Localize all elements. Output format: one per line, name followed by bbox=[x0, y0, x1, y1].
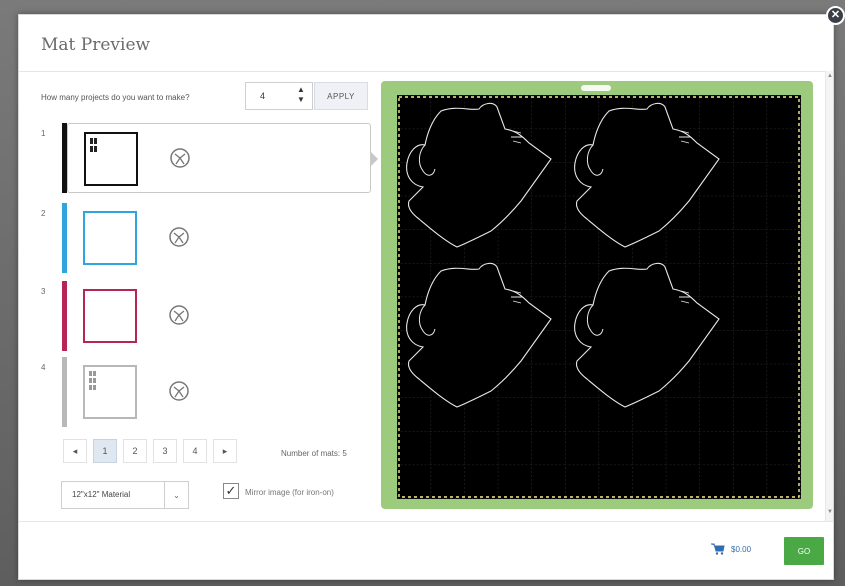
mat-number: 3 bbox=[41, 287, 46, 296]
apply-button[interactable]: APPLY bbox=[314, 82, 368, 110]
number-of-mats: Number of mats: 5 bbox=[281, 449, 347, 458]
mat-thumbnail[interactable] bbox=[84, 132, 138, 186]
mat-grid-svg bbox=[397, 95, 801, 499]
mat-row-4[interactable]: 4 bbox=[29, 357, 371, 427]
selection-pointer-icon bbox=[371, 152, 378, 166]
footer-divider bbox=[19, 521, 833, 522]
mini-design-icon bbox=[90, 138, 97, 152]
mirror-image-checkbox[interactable]: ✓ bbox=[223, 483, 239, 499]
mat-grip-handle bbox=[581, 85, 611, 91]
stepper-arrows-icon[interactable]: ▲ ▼ bbox=[292, 85, 310, 107]
project-count-value[interactable]: 4 bbox=[260, 91, 265, 101]
dialog-title: Mat Preview bbox=[41, 35, 151, 55]
cart-price[interactable]: $0.00 bbox=[731, 545, 751, 554]
mat-row-3[interactable]: 3 bbox=[29, 281, 371, 351]
mat-settings-icon[interactable] bbox=[167, 379, 191, 403]
close-icon[interactable]: ✕ bbox=[826, 6, 845, 25]
cutting-mat-preview bbox=[397, 95, 801, 499]
mat-number: 1 bbox=[41, 129, 46, 138]
mat-thumbnail[interactable] bbox=[83, 365, 137, 419]
mat-canvas bbox=[381, 81, 813, 509]
mat-settings-icon[interactable] bbox=[168, 146, 192, 170]
mirror-image-label: Mirror image (for iron-on) bbox=[245, 488, 334, 497]
prev-page-button[interactable]: ◂ bbox=[63, 439, 87, 463]
mat-thumbnail[interactable] bbox=[83, 211, 137, 265]
mat-number: 4 bbox=[41, 363, 46, 372]
mat-number: 2 bbox=[41, 209, 46, 218]
material-select-label: 12"x12" Material bbox=[72, 490, 131, 499]
mat-settings-icon[interactable] bbox=[167, 225, 191, 249]
chevron-down-icon[interactable]: ⌄ bbox=[164, 482, 188, 508]
material-select[interactable]: 12"x12" Material ⌄ bbox=[61, 481, 189, 509]
vertical-scrollbar[interactable]: ▲ ▼ bbox=[825, 71, 833, 521]
page-2-button[interactable]: 2 bbox=[123, 439, 147, 463]
mat-preview-dialog: Mat Preview How many projects do you wan… bbox=[18, 14, 834, 580]
mat-card[interactable] bbox=[67, 357, 371, 427]
cart-summary[interactable]: $0.00 bbox=[711, 543, 751, 555]
next-page-button[interactable]: ▸ bbox=[213, 439, 237, 463]
mat-row-2[interactable]: 2 bbox=[29, 203, 371, 273]
mat-list: 1 2 3 4 bbox=[29, 123, 378, 435]
mat-card[interactable] bbox=[67, 123, 371, 193]
mat-settings-icon[interactable] bbox=[167, 303, 191, 327]
cart-icon[interactable] bbox=[711, 543, 725, 555]
go-button[interactable]: GO bbox=[784, 537, 824, 565]
mini-design-icon bbox=[89, 371, 96, 390]
mat-thumbnail[interactable] bbox=[83, 289, 137, 343]
projects-question: How many projects do you want to make? bbox=[41, 93, 190, 102]
scroll-down-icon[interactable]: ▼ bbox=[826, 509, 834, 519]
mat-card[interactable] bbox=[67, 281, 371, 351]
page-4-button[interactable]: 4 bbox=[183, 439, 207, 463]
page-3-button[interactable]: 3 bbox=[153, 439, 177, 463]
mat-card[interactable] bbox=[67, 203, 371, 273]
mat-row-1[interactable]: 1 bbox=[29, 123, 378, 193]
project-count-stepper[interactable]: 4 ▲ ▼ bbox=[245, 82, 313, 110]
scroll-up-icon[interactable]: ▲ bbox=[826, 73, 834, 83]
title-divider bbox=[19, 71, 833, 72]
page-1-button[interactable]: 1 bbox=[93, 439, 117, 463]
